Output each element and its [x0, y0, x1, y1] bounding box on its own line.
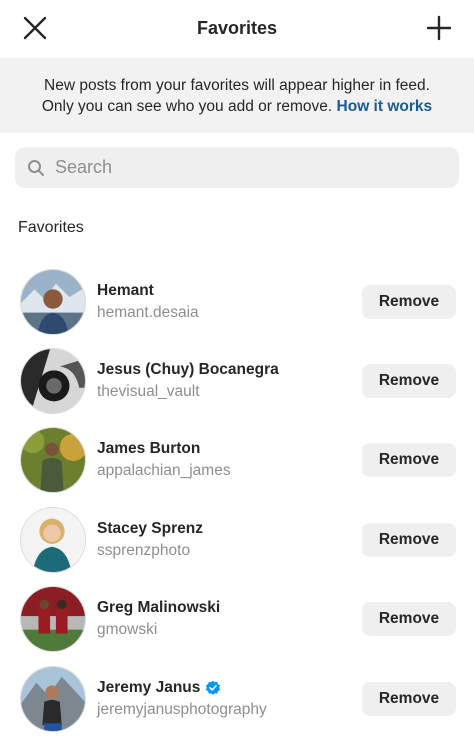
favorite-username: gmowski — [97, 621, 158, 639]
favorite-name: James Burton — [97, 440, 201, 458]
favorite-username: ssprenzphoto — [97, 541, 191, 559]
page-title: Favorites — [196, 17, 278, 38]
list-item: Jeremy Janus jeremyjanusphotography Remo… — [0, 659, 474, 738]
favorite-username: appalachian_james — [97, 462, 231, 480]
avatar[interactable] — [20, 506, 86, 573]
remove-button[interactable]: Remove — [362, 364, 456, 399]
avatar[interactable] — [20, 427, 86, 494]
remove-button[interactable]: Remove — [362, 443, 456, 478]
favorite-name-text: Jeremy Janus — [97, 678, 201, 696]
search-bar[interactable] — [15, 147, 459, 188]
how-it-works-link[interactable]: How it works — [337, 98, 433, 115]
list-item: Hemant hemant.desaia Remove — [0, 262, 474, 341]
avatar[interactable] — [20, 268, 86, 335]
plus-icon[interactable] — [424, 13, 454, 43]
favorite-name: Hemant — [97, 281, 154, 299]
avatar[interactable] — [20, 586, 86, 653]
list-item: James Burton appalachian_james Remove — [0, 421, 474, 500]
remove-button[interactable]: Remove — [362, 602, 456, 637]
list-item: Greg Malinowski gmowski Remove — [0, 580, 474, 659]
favorite-username: jeremyjanusphotography — [97, 700, 267, 718]
top-bar: Favorites — [0, 0, 474, 56]
close-icon[interactable] — [20, 13, 50, 43]
list-item: Stacey Sprenz ssprenzphoto Remove — [0, 500, 474, 579]
info-banner: New posts from your favorites will appea… — [0, 58, 474, 133]
favorite-name: Jesus (Chuy) Bocanegra — [97, 361, 279, 379]
verified-badge-icon — [206, 680, 221, 695]
favorite-username: hemant.desaia — [97, 303, 199, 321]
remove-button[interactable]: Remove — [362, 522, 456, 557]
search-icon — [28, 159, 44, 176]
banner-line-2: Only you can see who you add or remove. … — [42, 96, 432, 117]
avatar[interactable] — [20, 348, 86, 415]
banner-line-1: New posts from your favorites will appea… — [44, 76, 430, 94]
avatar[interactable] — [20, 665, 86, 732]
remove-button[interactable]: Remove — [362, 681, 456, 716]
favorites-section-title: Favorites — [18, 219, 84, 236]
search-input[interactable] — [55, 157, 435, 178]
favorite-username: thevisual_vault — [97, 383, 200, 401]
banner-line-2-text: Only you can see who you add or remove. — [41, 97, 333, 115]
favorite-name: Jeremy Janus — [97, 678, 267, 698]
favorite-name: Greg Malinowski — [97, 599, 221, 617]
remove-button[interactable]: Remove — [362, 284, 456, 319]
list-item: Jesus (Chuy) Bocanegra thevisual_vault R… — [0, 341, 474, 420]
favorites-list: Hemant hemant.desaia Remove Jesus (Chuy)… — [0, 262, 474, 738]
favorite-name: Stacey Sprenz — [97, 519, 203, 537]
